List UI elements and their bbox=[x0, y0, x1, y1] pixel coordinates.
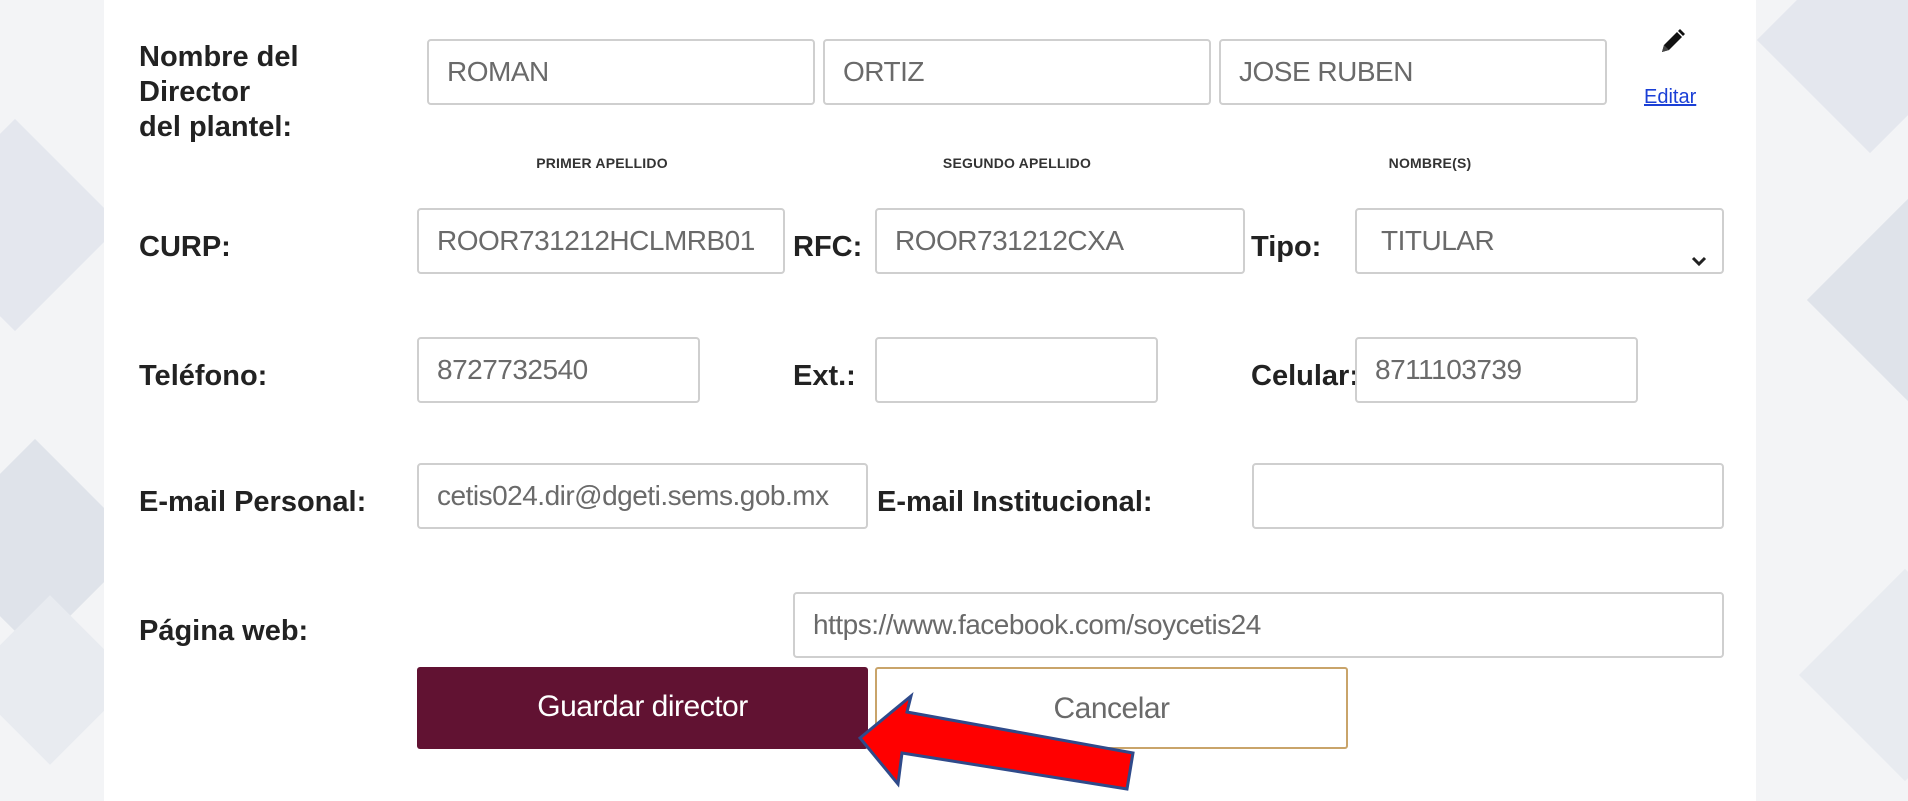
celular-label: Celular: bbox=[1251, 360, 1359, 392]
nombres-input[interactable]: JOSE RUBEN bbox=[1219, 39, 1607, 105]
save-director-button[interactable]: Guardar director bbox=[417, 667, 868, 749]
pagina-web-input[interactable]: https://www.facebook.com/soycetis24 bbox=[793, 592, 1724, 658]
pencil-icon bbox=[1656, 26, 1688, 63]
ext-input[interactable] bbox=[875, 337, 1158, 403]
edit-link-text[interactable]: Editar bbox=[1644, 86, 1696, 109]
tipo-selected-value: TITULAR bbox=[1381, 225, 1495, 256]
primer-apellido-sublabel: PRIMER APELLIDO bbox=[536, 155, 668, 171]
pagina-web-label: Página web: bbox=[139, 615, 309, 647]
email-personal-input[interactable]: cetis024.dir@dgeti.sems.gob.mx bbox=[417, 463, 868, 529]
director-label: Nombre del Director del plantel: bbox=[139, 41, 299, 143]
primer-apellido-input[interactable]: ROMAN bbox=[427, 39, 815, 105]
segundo-apellido-input[interactable]: ORTIZ bbox=[823, 39, 1211, 105]
annotation-arrow bbox=[857, 691, 1135, 791]
segundo-apellido-sublabel: SEGUNDO APELLIDO bbox=[942, 155, 1092, 171]
background-decoration bbox=[1798, 568, 1908, 782]
nombres-sublabel: NOMBRE(S) bbox=[1388, 155, 1472, 171]
ext-label: Ext.: bbox=[793, 360, 856, 392]
chevron-down-icon bbox=[1690, 230, 1708, 272]
telefono-label: Teléfono: bbox=[139, 360, 268, 392]
email-personal-label: E-mail Personal: bbox=[139, 486, 367, 518]
curp-label: CURP: bbox=[139, 231, 231, 263]
email-institucional-input[interactable] bbox=[1252, 463, 1724, 529]
edit-director-link[interactable]: Editar bbox=[1638, 22, 1708, 122]
celular-input[interactable]: 8711103739 bbox=[1355, 337, 1638, 403]
curp-input[interactable]: ROOR731212HCLMRB01 bbox=[417, 208, 785, 274]
rfc-input[interactable]: ROOR731212CXA bbox=[875, 208, 1245, 274]
background-decoration bbox=[1806, 186, 1908, 414]
rfc-label: RFC: bbox=[793, 231, 863, 263]
background-decoration bbox=[0, 118, 122, 332]
tipo-label: Tipo: bbox=[1251, 231, 1322, 263]
telefono-input[interactable]: 8727732540 bbox=[417, 337, 700, 403]
email-institucional-label: E-mail Institucional: bbox=[877, 486, 1153, 518]
tipo-select[interactable]: TITULAR bbox=[1355, 208, 1724, 274]
background-decoration bbox=[1756, 0, 1908, 154]
